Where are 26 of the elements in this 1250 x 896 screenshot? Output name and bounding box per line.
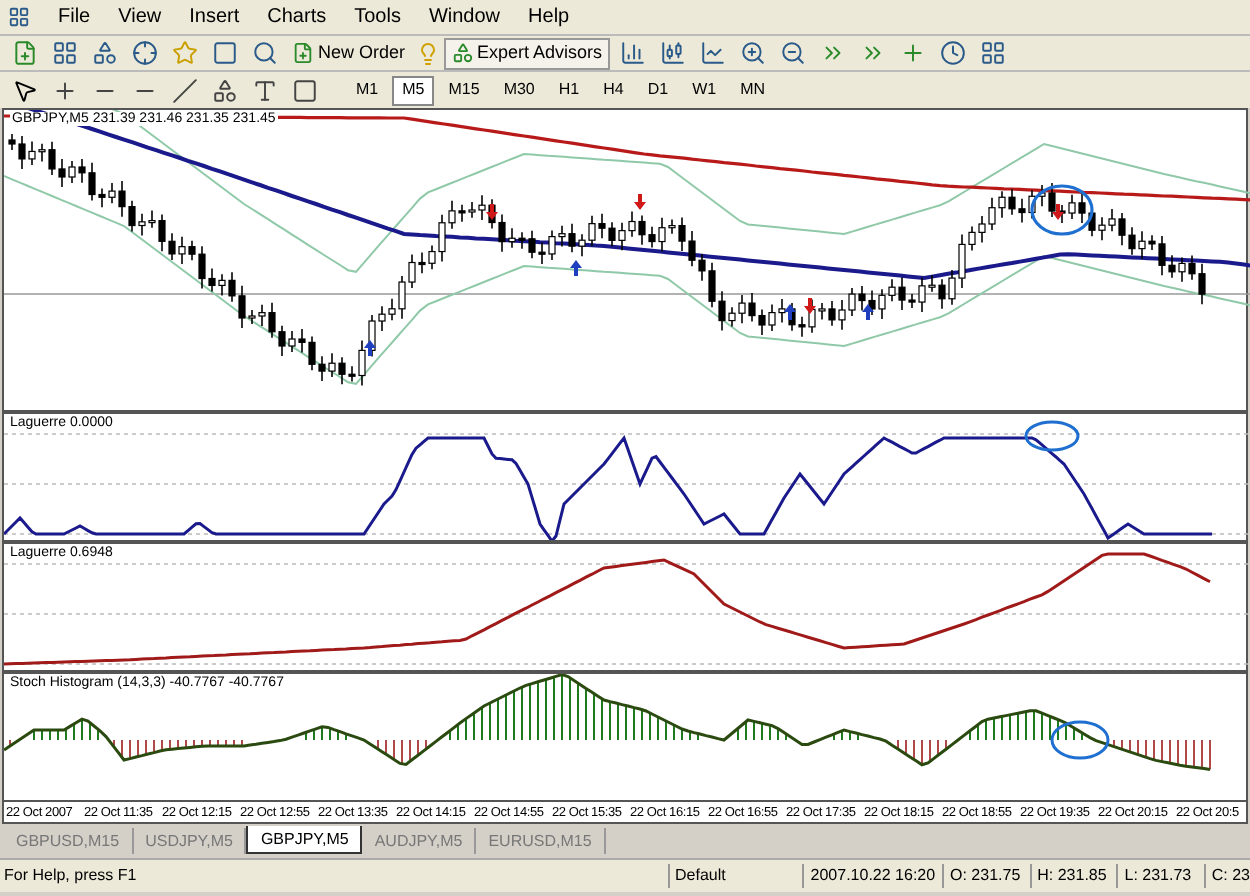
status-low: L: 231.73: [1116, 864, 1204, 888]
menu-item[interactable]: Charts: [267, 7, 327, 27]
timeframe-button[interactable]: M30: [493, 75, 545, 105]
menu-item[interactable]: File: [58, 7, 91, 27]
menu-item[interactable]: View: [118, 7, 162, 27]
timeframe-button[interactable]: H4: [593, 75, 634, 105]
menu-item[interactable]: Tools: [354, 7, 401, 27]
timeframe-button[interactable]: M5: [392, 75, 435, 105]
chart-tab[interactable]: GBPJPY,M5: [246, 826, 363, 854]
timeframe-button[interactable]: H1: [548, 75, 590, 105]
menu-item[interactable]: Help: [528, 7, 570, 27]
status-close: C: 23: [1203, 864, 1250, 888]
timeframe-button[interactable]: D1: [637, 75, 679, 105]
status-high: H: 231.85: [1029, 864, 1117, 888]
timeframe-button[interactable]: M15: [438, 75, 490, 105]
status-help: For Help, press F1: [2, 864, 139, 888]
menu-item[interactable]: Window: [428, 7, 501, 27]
status-time: 2007.10.22 16:20: [802, 864, 942, 888]
expert-advisors-button[interactable]: Expert Advisors: [443, 37, 611, 69]
timeframe-button[interactable]: MN: [730, 75, 776, 105]
status-profile: Default: [667, 864, 803, 888]
timeframe-button[interactable]: M1: [346, 75, 389, 105]
menu-item[interactable]: Insert: [189, 7, 240, 27]
timeframe-button[interactable]: W1: [682, 75, 727, 105]
status-open: O: 231.75: [942, 864, 1030, 888]
new-order-button[interactable]: New Order: [286, 37, 412, 69]
